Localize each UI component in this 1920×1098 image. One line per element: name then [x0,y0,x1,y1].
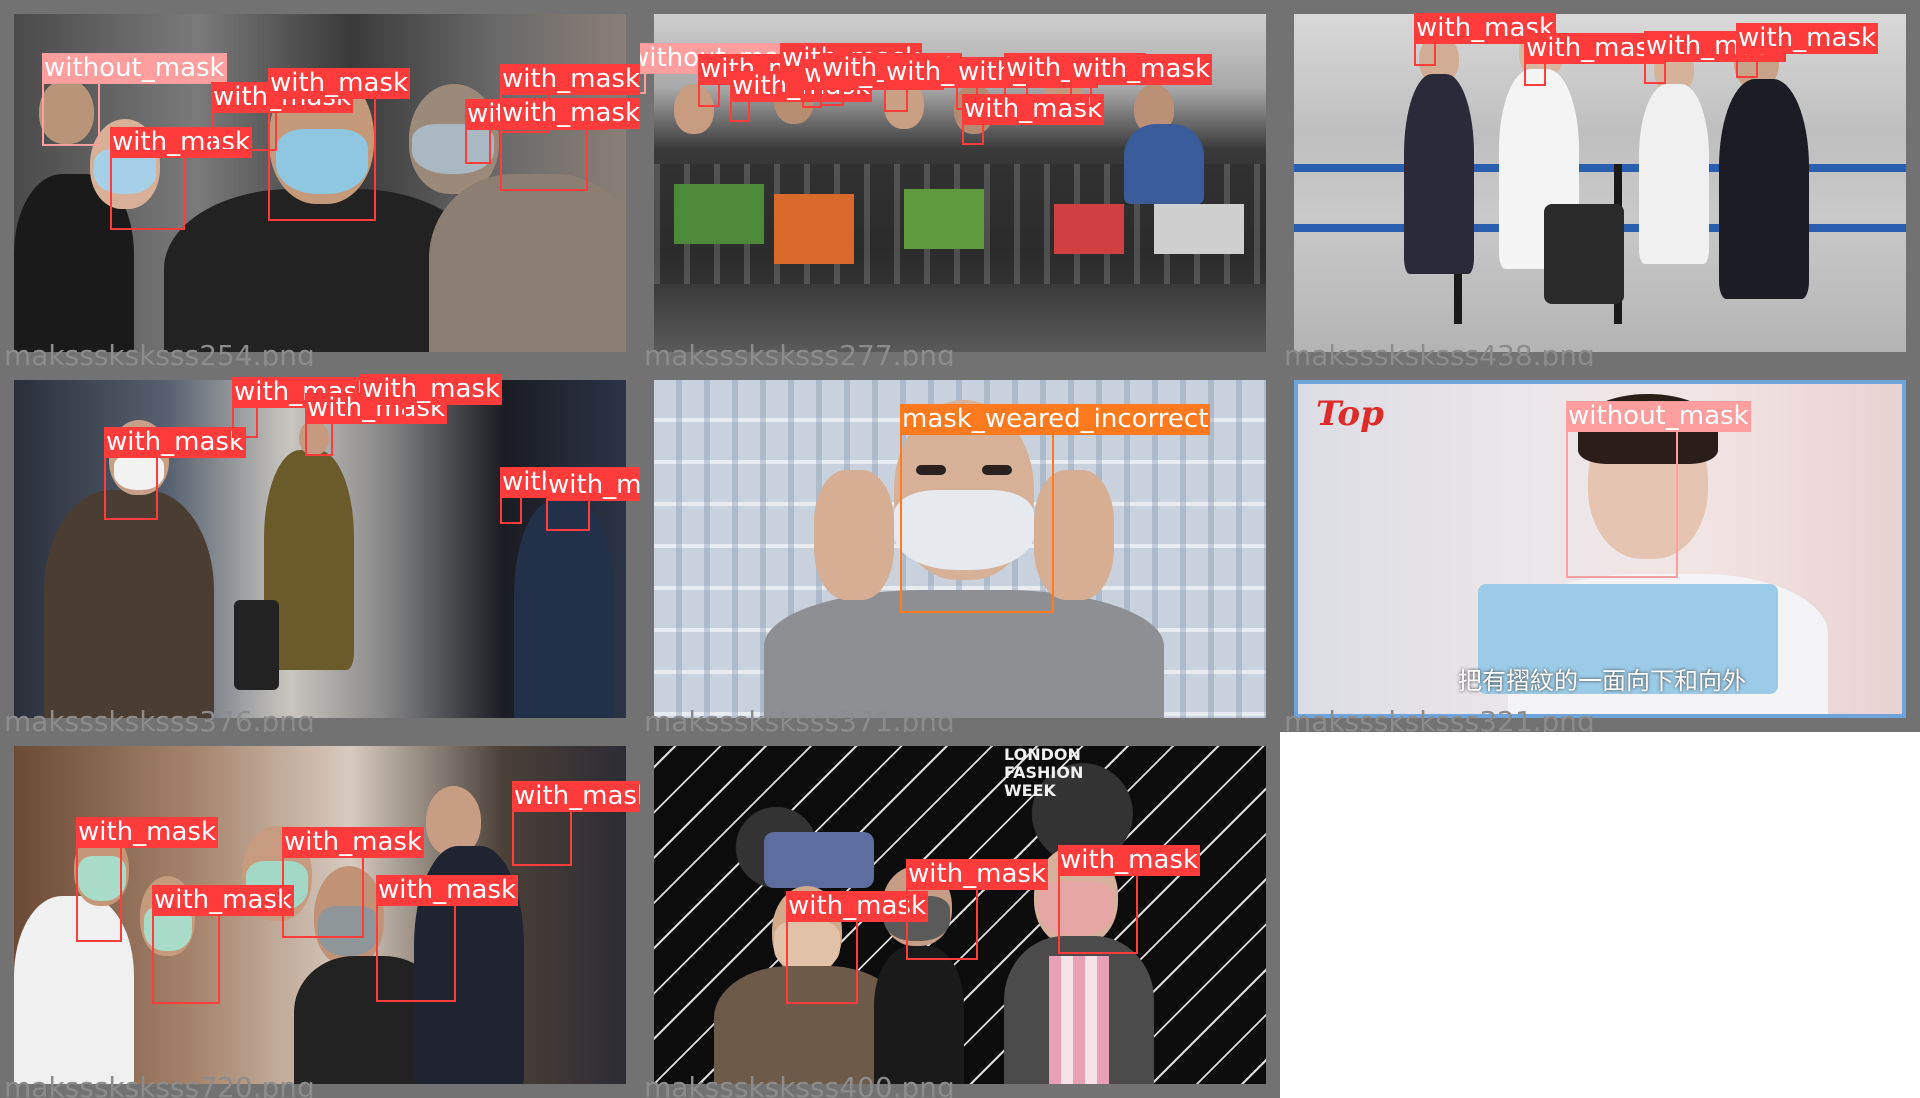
detection-box: with_mask [906,859,1049,960]
detection-box: with_mask [152,885,295,1004]
detection-box: with_mask [1070,54,1213,107]
detection-box: with_mask [110,127,253,230]
tile-376: with_mask with_mask with_mask with_mask … [0,366,640,732]
detection-label: with_mask [282,827,425,858]
detection-box: with_mask [1058,845,1201,954]
detection-label: with_mask [512,781,640,812]
poster: LONDON FASHION WEEK [1004,746,1084,800]
poster-line: WEEK [1004,781,1056,800]
detection-box: without_mask [42,53,227,146]
tile-438: with_mask with_mask with_mask with_mask … [1280,0,1920,366]
detection-box: with_mask [780,43,923,94]
detection-label: with_mask [500,64,640,95]
detection-label: with_mask [1736,23,1879,54]
detection-box: with_mask [512,781,640,866]
detection-box: with_mask [546,470,640,531]
detection-box: with_mask [962,94,1105,145]
detection-label: with_mask [376,875,519,906]
poster-line: LONDON [1004,746,1081,764]
detection-label: with_mask [152,885,295,916]
tile-filename: maksssksksss376.png [4,705,315,733]
tile-371: mask_weared_incorrect maksssksksss371.pn… [640,366,1280,732]
detection-box: with_mask [500,98,640,191]
detection-box: with_mask [1736,23,1879,78]
tile-filename: maksssksksss720.png [4,1071,315,1098]
detection-box: with_mask [232,377,375,438]
tile-720: with_mask with_mask with_mask with_mask … [0,732,640,1098]
detection-label: with_mask [76,817,219,848]
detection-label: without_mask [1566,401,1751,432]
detection-box: with_mask [76,817,219,942]
detection-box: with_mask [802,59,945,108]
detection-box: with_mask [884,57,1027,112]
detection-label: with_mask [546,470,640,501]
tile-filename: maksssksksss371.png [644,705,955,733]
detection-box: with_mask [786,891,929,1004]
detection-label: with_mask [104,427,247,458]
detection-box: with_mask [268,68,411,221]
subtitle-text: 把有摺紋的一面向下和向外 [1458,667,1746,695]
detection-label: with_mask [1070,54,1213,85]
detection-box: mask_weared_incorrect [900,404,1211,613]
detection-label: with_mask [1058,845,1201,876]
tile-filename: maksssksksss438.png [1284,339,1595,367]
detection-box: with_mask [360,374,503,419]
detection-label: with_mask [360,374,503,405]
tile-400: LONDON FASHION WEEK with_mask with_mask … [640,732,1280,1098]
detection-box: with_mask [500,467,640,524]
tile-321: Top 把有摺紋的一面向下和向外 without_mask maksssksks… [1280,366,1920,732]
detection-box: with_mask [282,827,425,938]
subtitle: 把有摺紋的一面向下和向外 [1458,666,1746,696]
detection-box: with_mask [1414,13,1557,66]
detection-mosaic: without_mask with_mask with_mask with_ma… [0,0,1920,1098]
detection-box: without_mask [640,43,811,94]
detection-box: with_mask [305,393,448,456]
tile-filename: maksssksksss321.png [1284,705,1595,733]
detection-label: with_mask [500,98,640,129]
detection-box: with_mask [465,99,608,164]
detection-box: with_mask [1644,31,1787,84]
detection-box: without_mask [1566,401,1751,578]
tile-254: without_mask with_mask with_mask with_ma… [0,0,640,366]
detection-box: with_mask [1524,33,1667,86]
logo-text: Top [1316,394,1384,434]
tile-filename: maksssksksss277.png [644,339,955,367]
detection-box: with_mask [902,894,908,900]
detection-box: with_mask [698,54,841,107]
detection-label: without_mask [42,53,227,84]
detection-label: with_mask [268,68,411,99]
tile-filename: maksssksksss400.png [644,1071,955,1098]
tile-277: without_mask with_mask with_mask with_ma… [640,0,1280,366]
detection-label: with_mask [906,859,1049,890]
scene-438 [1294,14,1906,352]
detection-label: mask_weared_incorrect [900,404,1211,435]
detection-box: with_mask [376,875,519,1002]
detection-box: with_mask [730,71,873,122]
logo-mark: Top [1316,394,1384,434]
poster-line: FASHION [1004,763,1084,782]
detection-box: with_mask [104,427,247,520]
tile-filename: maksssksksss254.png [4,339,315,367]
detection-box: with_mask [820,53,963,106]
